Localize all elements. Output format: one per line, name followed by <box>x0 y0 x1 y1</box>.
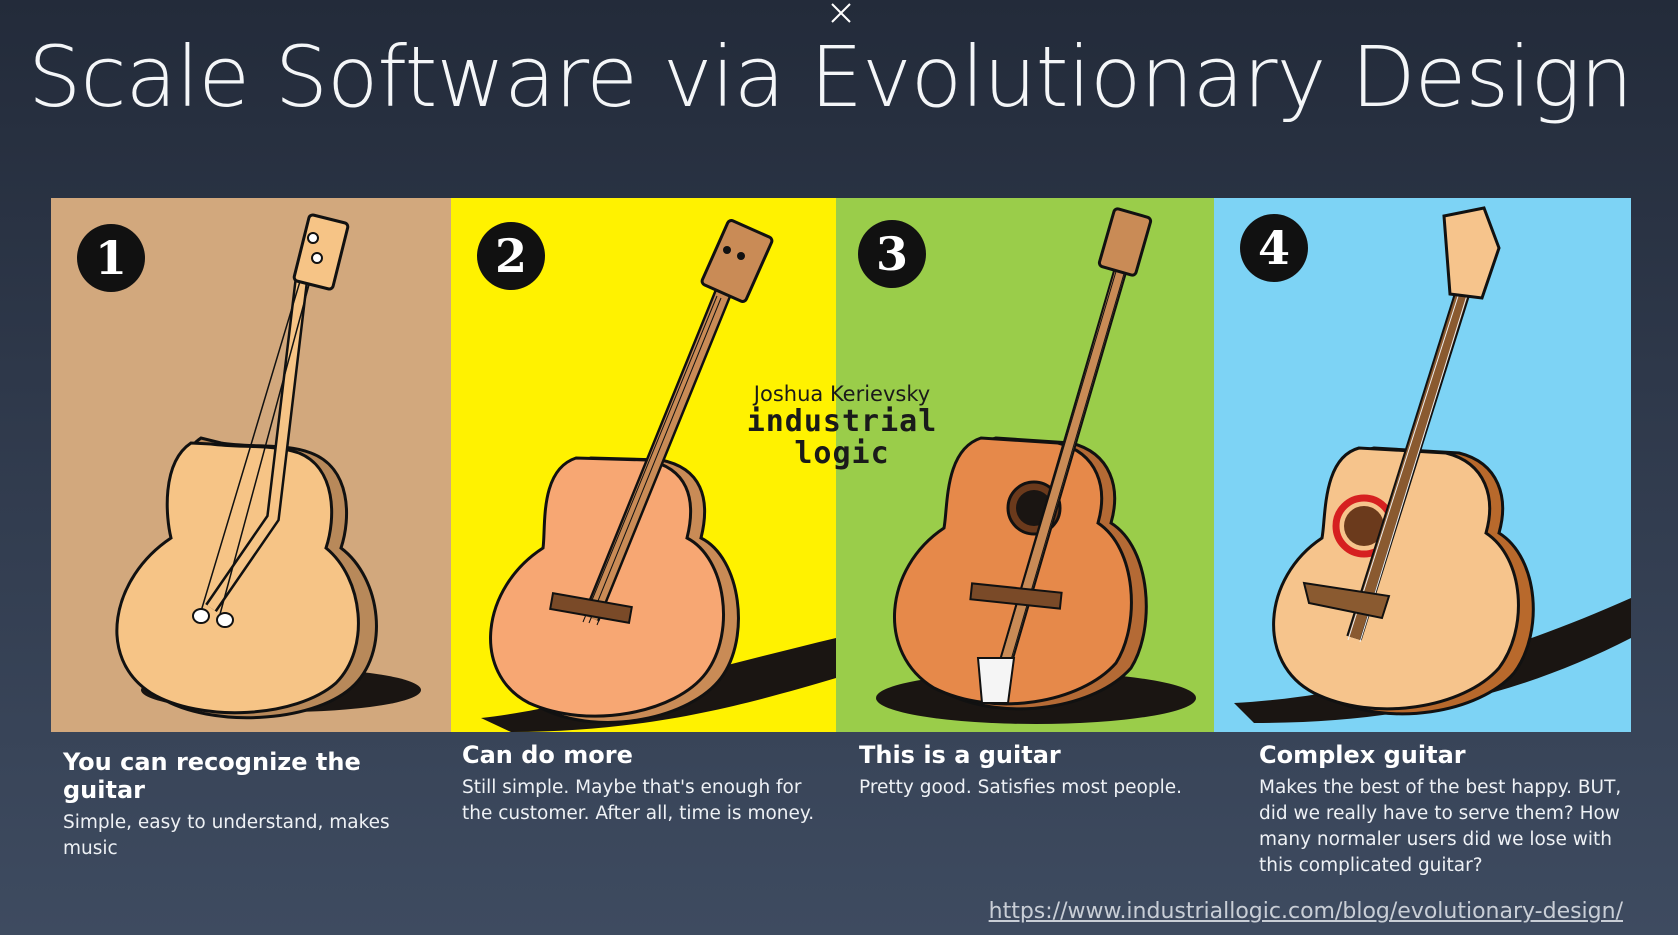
caption-1-text: Simple, easy to understand, makes music <box>63 812 390 859</box>
panel-2: 2 <box>451 198 836 732</box>
panel-4-number: 4 <box>1258 221 1290 275</box>
panel-3: 3 <box>836 198 1214 732</box>
caption-2-text: Still simple. Maybe that's enough for th… <box>462 777 815 824</box>
guitar-1-illustration: 1 <box>77 213 421 720</box>
panel-2-number: 2 <box>495 229 527 283</box>
slide-title: Scale Software via Evolutionary Design <box>28 28 1633 126</box>
guitar-4-illustration: 4 <box>1234 206 1631 723</box>
caption-1: You can recognize the guitar Simple, eas… <box>63 748 443 862</box>
guitar-evolution-image: 1 2 3 4 <box>51 198 1631 732</box>
guitar-2-illustration: 2 <box>477 219 836 732</box>
close-icon <box>831 3 851 23</box>
caption-3: This is a guitar Pretty good. Satisfies … <box>859 741 1219 801</box>
caption-2: Can do more Still simple. Maybe that's e… <box>462 741 832 827</box>
caption-2-heading: Can do more <box>462 741 633 769</box>
close-button[interactable] <box>826 0 856 26</box>
panel-1-number: 1 <box>95 231 127 285</box>
caption-4-text: Makes the best of the best happy. BUT, d… <box>1259 777 1622 876</box>
caption-1-heading: You can recognize the guitar <box>63 748 361 804</box>
panel-3-number: 3 <box>876 227 908 281</box>
guitar-3-illustration: 3 <box>858 207 1196 724</box>
caption-3-heading: This is a guitar <box>859 741 1061 769</box>
caption-4: Complex guitar Makes the best of the bes… <box>1259 741 1629 879</box>
panel-4: 4 <box>1214 198 1631 732</box>
caption-3-text: Pretty good. Satisfies most people. <box>859 777 1183 798</box>
source-link[interactable]: https://www.industriallogic.com/blog/evo… <box>989 899 1623 924</box>
panel-1: 1 <box>51 198 451 732</box>
caption-4-heading: Complex guitar <box>1259 741 1466 769</box>
